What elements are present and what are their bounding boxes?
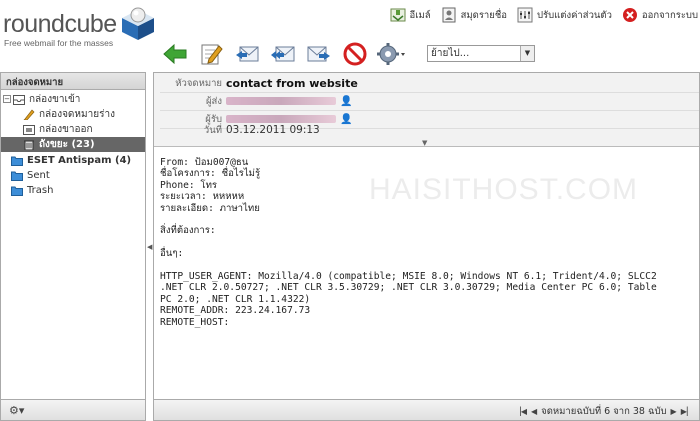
reply-button[interactable]: [232, 40, 262, 68]
body-line: ชื่อโครงการ: ชื่อไรไม่รู้: [160, 168, 261, 180]
folder-icon: [11, 171, 23, 181]
folder-sent[interactable]: Sent: [1, 168, 145, 183]
header-date-row: วันที่ 03.12.2011 09:13: [154, 122, 699, 138]
chevron-down-icon: ▼: [520, 46, 534, 61]
logout-icon: [622, 8, 637, 22]
message-footer: ▕◀ ◀ จดหมายฉบับที่ 6 จาก 38 ฉบับ ▶ ▶▏: [154, 399, 699, 420]
trash-icon: [24, 140, 34, 150]
folder-trash-selected[interactable]: ถังขยะ (23): [1, 137, 145, 152]
folder-panel: กล่องจดหมาย − กล่องขาเข้า กล่องจดหมายร่า…: [0, 72, 146, 421]
more-actions-button[interactable]: [376, 40, 406, 68]
body-line: .NET CLR 2.0.50727; .NET CLR 3.5.30729; …: [160, 282, 657, 294]
first-page-icon[interactable]: ▕◀: [515, 407, 527, 416]
next-page-icon[interactable]: ▶: [671, 407, 677, 416]
folder-icon: [11, 156, 23, 166]
logo-text: roundcube: [3, 10, 117, 38]
message-date: 03.12.2011 09:13: [226, 124, 320, 136]
mail-link-label: อีเมล์: [409, 9, 431, 21]
folder-inbox[interactable]: − กล่องขาเข้า: [1, 92, 145, 107]
body-line: รายละเอียด: ภาษาไทย: [160, 202, 260, 214]
folder-outbox[interactable]: กล่องขาออก: [1, 122, 145, 137]
from-label: ผู้ส่ง: [205, 95, 222, 107]
message-pane: หัวจดหมาย contact from website ผู้ส่ง 👤 …: [153, 72, 700, 421]
logout-link[interactable]: ออกจากระบบ: [622, 6, 698, 24]
folder-label: กล่องขาเข้า: [29, 94, 81, 105]
message-headers: หัวจดหมาย contact from website ผู้ส่ง 👤 …: [154, 73, 699, 147]
reply-icon: [236, 46, 259, 62]
forward-icon: [307, 46, 330, 62]
splitter-handle-icon[interactable]: ◀: [147, 243, 152, 251]
mail-link[interactable]: อีเมล์: [390, 6, 431, 24]
header-from-row: ผู้ส่ง 👤: [154, 93, 699, 109]
delete-button[interactable]: [340, 40, 370, 68]
folder-trash-en[interactable]: Trash: [1, 183, 145, 198]
back-arrow-icon: [163, 43, 187, 65]
message-subject: contact from website: [226, 76, 358, 90]
body-line: [160, 260, 699, 271]
folder-label: ESET Antispam (4): [27, 155, 132, 166]
pager: ▕◀ ◀ จดหมายฉบับที่ 6 จาก 38 ฉบับ ▶ ▶▏: [515, 404, 693, 419]
forward-button[interactable]: [304, 40, 334, 68]
settings-link[interactable]: ปรับแต่งค่าส่วนตัว: [517, 6, 612, 24]
logo-tagline: Free webmail for the masses: [4, 38, 114, 48]
body-line: REMOTE_ADDR: 223.24.167.73: [160, 305, 311, 317]
back-button[interactable]: [160, 40, 190, 68]
delete-icon: [343, 42, 367, 66]
body-line: สิ่งที่ต้องการ:: [160, 225, 216, 237]
date-label: วันที่: [203, 124, 222, 136]
move-to-folder-select[interactable]: ย้ายไป... ▼: [427, 45, 535, 62]
folder-label: ถังขยะ (23): [39, 139, 95, 150]
header-subject-row: หัวจดหมาย contact from website: [154, 75, 699, 91]
logout-link-label: ออกจากระบบ: [641, 9, 698, 21]
folder-label: Trash: [27, 185, 54, 196]
folder-label: กล่องขาออก: [39, 124, 93, 135]
folder-eset-antispam[interactable]: ESET Antispam (4): [1, 153, 145, 168]
folder-panel-title: กล่องจดหมาย: [1, 73, 145, 90]
folder-label: กล่องจดหมายร่าง: [39, 109, 115, 120]
collapse-toggle-icon[interactable]: −: [3, 95, 11, 103]
body-line: Phone: โทร: [160, 179, 218, 191]
addressbook-link[interactable]: สมุดรายชื่อ: [441, 6, 507, 24]
inbox-icon: [13, 95, 25, 105]
logo-box-icon: [122, 7, 154, 40]
folder-actions-gear-icon[interactable]: ⚙▾: [9, 404, 24, 417]
folder-panel-footer: ⚙▾: [1, 399, 145, 420]
body-line: [160, 237, 699, 248]
body-line: HTTP_USER_AGENT: Mozilla/4.0 (compatible…: [160, 271, 657, 283]
settings-link-label: ปรับแต่งค่าส่วนตัว: [536, 9, 612, 21]
roundcube-logo: roundcube Free webmail for the masses: [3, 2, 163, 48]
addressbook-icon: [442, 7, 456, 23]
compose-icon: [201, 44, 223, 65]
move-to-folder-value: ย้ายไป...: [431, 48, 470, 59]
drafts-icon: [23, 109, 35, 120]
folder-label: Sent: [27, 170, 50, 181]
contact-person-icon[interactable]: 👤: [340, 96, 352, 107]
folder-icon: [11, 186, 23, 196]
last-page-icon[interactable]: ▶▏: [681, 407, 693, 416]
folder-drafts[interactable]: กล่องจดหมายร่าง: [1, 107, 145, 122]
top-navigation: อีเมล์ สมุดรายชื่อ ปรับแต่งค่าส่วนตัว ออ…: [390, 6, 698, 24]
body-line: ระยะเวลา: หหหหห: [160, 191, 245, 203]
gear-icon: [377, 43, 405, 65]
compose-button[interactable]: [196, 40, 226, 68]
settings-icon: [517, 7, 533, 23]
reply-all-icon: [271, 46, 295, 62]
mail-icon: [390, 8, 406, 22]
body-line: อื่นๆ:: [160, 248, 184, 260]
reply-all-button[interactable]: [268, 40, 298, 68]
from-address-redacted[interactable]: [226, 97, 336, 105]
headers-toggle-icon[interactable]: ▼: [422, 139, 427, 147]
body-line: [160, 214, 699, 225]
pager-text: จดหมายฉบับที่ 6 จาก 38 ฉบับ: [541, 406, 667, 417]
sent-folder-icon: [23, 125, 35, 135]
body-line: REMOTE_HOST:: [160, 316, 230, 328]
message-toolbar: [160, 40, 406, 68]
body-line: From: ป้อม007@ธน: [160, 157, 249, 168]
body-line: PC 2.0; .NET CLR 1.1.4322): [160, 293, 311, 305]
addressbook-link-label: สมุดรายชื่อ: [460, 9, 507, 21]
message-body: From: ป้อม007@ธน ชื่อโครงการ: ชื่อไรไม่รู…: [160, 157, 699, 385]
subject-label: หัวจดหมาย: [175, 77, 222, 89]
prev-page-icon[interactable]: ◀: [531, 407, 537, 416]
